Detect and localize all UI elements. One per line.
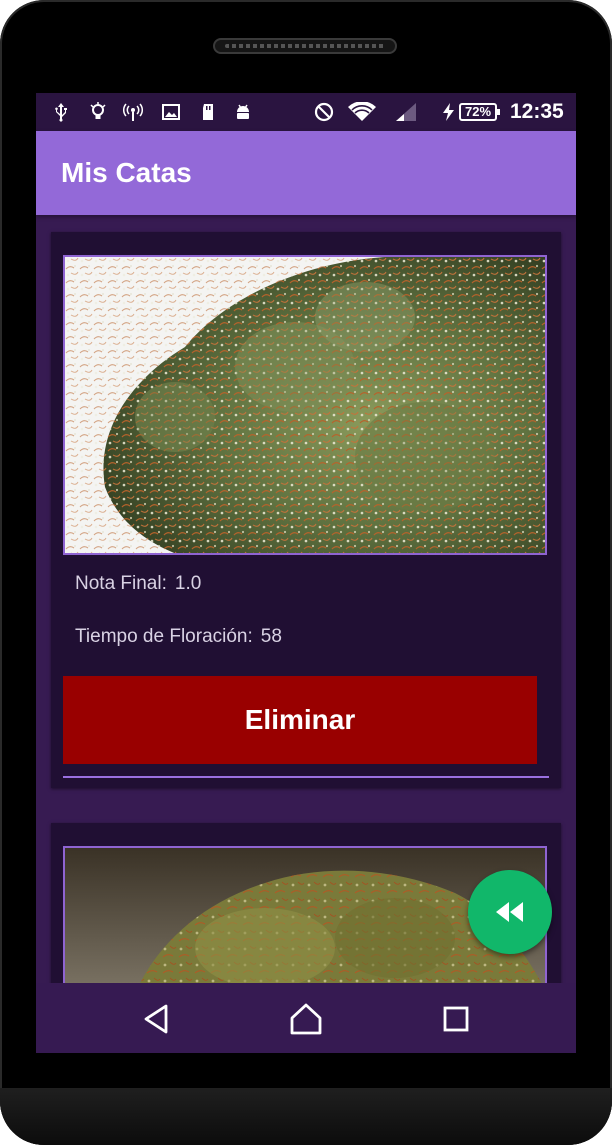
tasting-list[interactable]: Nota Final: 1.0 Tiempo de Floración: 58 El… xyxy=(36,215,576,983)
navigation-bar xyxy=(36,983,576,1053)
phone-frame: 72% 12:35 Mis Catas Nota Final: 1.0 Tiem… xyxy=(0,0,612,1145)
usb-icon xyxy=(55,103,67,122)
tiempo-floracion-value: 58 xyxy=(260,626,282,647)
nota-final-label: Nota Final: xyxy=(75,573,167,594)
list-item[interactable]: Nota Final: 1.0 Tiempo de Floración: 58 El… xyxy=(51,232,561,788)
cannabis-bud-photo xyxy=(65,257,545,553)
phone-speaker xyxy=(213,38,397,54)
eliminar-button[interactable]: Eliminar xyxy=(63,676,537,764)
page-title: Mis Catas xyxy=(61,157,192,188)
image-icon xyxy=(162,104,180,120)
android-icon xyxy=(237,104,249,119)
back-icon[interactable] xyxy=(138,1001,174,1037)
nota-final-field: Nota Final: 1.0 xyxy=(75,573,201,595)
status-time: 12:35 xyxy=(510,100,564,123)
rewind-fab[interactable] xyxy=(468,870,552,954)
fast-rewind-icon xyxy=(496,902,523,922)
card-image xyxy=(63,255,547,555)
cell-signal-icon xyxy=(396,103,416,121)
nota-final-value: 1.0 xyxy=(174,573,202,594)
tiempo-floracion-field: Tiempo de Floración: 58 xyxy=(75,626,282,648)
phone-bottom-bezel xyxy=(0,1088,612,1145)
divider xyxy=(63,776,549,778)
tiempo-floracion-label: Tiempo de Floración: xyxy=(75,626,253,647)
do-not-disturb-icon xyxy=(314,102,334,122)
home-icon[interactable] xyxy=(288,1001,324,1037)
status-bar: 72% 12:35 xyxy=(36,93,576,131)
battery-icon: 72% xyxy=(459,103,500,121)
hotspot-icon xyxy=(123,103,143,121)
lightbulb-icon xyxy=(90,102,106,119)
recents-icon[interactable] xyxy=(438,1001,474,1037)
charging-icon xyxy=(443,103,454,121)
sd-card-icon xyxy=(203,104,213,120)
app-bar: Mis Catas xyxy=(36,131,576,215)
screen: 72% 12:35 Mis Catas Nota Final: 1.0 Tiem… xyxy=(36,93,576,1053)
wifi-icon xyxy=(348,102,376,121)
